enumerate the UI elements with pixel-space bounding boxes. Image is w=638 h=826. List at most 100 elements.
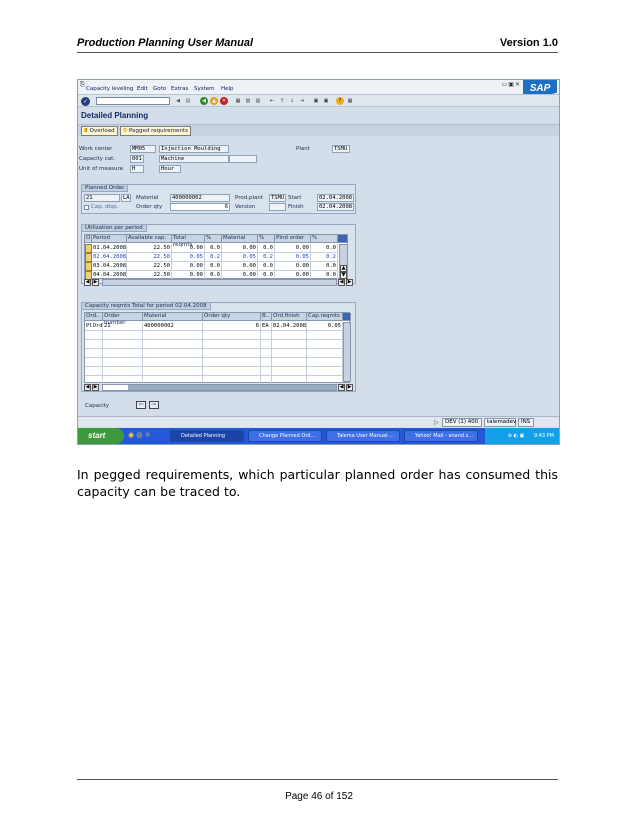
utilization-hscroll[interactable] [102, 279, 337, 286]
col-ord-finish[interactable]: Ord.finish [272, 313, 307, 321]
col-total-reqmts[interactable]: Total reqmts [172, 235, 205, 248]
command-field[interactable] [96, 97, 170, 105]
capacity-next-icon[interactable]: ⇨ [149, 401, 159, 409]
status-expand-icon[interactable]: ▷ [434, 419, 439, 426]
col-order-qty[interactable]: Order qty [203, 313, 261, 321]
planned-order-number[interactable]: 21 [84, 194, 120, 202]
col-o[interactable]: O [85, 235, 92, 243]
last-page-icon[interactable]: ⇥ [298, 97, 306, 105]
material-field[interactable]: 400000002 [170, 194, 230, 202]
menu-goto[interactable]: Goto [153, 86, 166, 92]
col-ord[interactable]: Ord.. [85, 313, 103, 321]
menu-extras[interactable]: Extras [171, 86, 188, 92]
row-selector[interactable] [85, 253, 92, 262]
table-settings-icon[interactable] [338, 235, 348, 243]
cancel-icon[interactable]: ✕ [220, 97, 228, 105]
cr-hscroll-left-icon[interactable]: ◀ [84, 384, 91, 391]
enter-icon[interactable]: ✓ [81, 97, 90, 106]
exit-icon[interactable]: ▲ [210, 97, 218, 105]
col-cr-material[interactable]: Material [143, 313, 203, 321]
menu-system[interactable]: System [194, 86, 215, 92]
version-label: Version [235, 204, 256, 210]
utilization-vscroll[interactable]: ▲ ▼ [339, 244, 348, 279]
capreq-vscroll[interactable] [343, 322, 351, 382]
back-green-icon[interactable]: ◀ [200, 97, 208, 105]
scroll-up-icon[interactable]: ▲ [340, 265, 347, 272]
task-yahoo-mail[interactable]: Yahoo! Mail - anand.s... [404, 430, 478, 442]
capreq-empty-cell [272, 349, 307, 358]
col-order-number[interactable]: Order number [103, 313, 143, 326]
quicklaunch-icon[interactable]: ◉ ◎ ☼ [128, 431, 151, 439]
pegged-requirements-button[interactable]: ⚲ Pegged requirements [120, 126, 191, 136]
col-available[interactable]: Available cap. [127, 235, 172, 243]
back-icon[interactable]: ◀ [174, 97, 182, 105]
hscroll-right2-icon[interactable]: ▶ [346, 279, 353, 286]
save-icon[interactable]: ▤ [184, 97, 192, 105]
capreq-empty-cell [85, 367, 103, 376]
menu-edit[interactable]: Edit [137, 86, 148, 92]
col-pct3[interactable]: % [311, 235, 338, 243]
capreq-settings-icon[interactable] [343, 313, 351, 321]
col-pct1[interactable]: % [205, 235, 222, 243]
uom-field[interactable]: H [130, 165, 144, 173]
task-change-planned-order[interactable]: Change Planned Ord... [248, 430, 322, 442]
row-selector[interactable] [85, 244, 92, 253]
order-qty-field[interactable]: 6 [170, 203, 230, 211]
task-detailed-planning[interactable]: Detailed Planning [170, 430, 244, 442]
cap-disp-checkbox[interactable] [84, 205, 89, 210]
shortcut-icon[interactable]: ▣ [322, 97, 330, 105]
system-menu-icon[interactable]: ⎘ [80, 81, 85, 89]
find-next-icon[interactable]: ▥ [254, 97, 262, 105]
start-button[interactable]: start [78, 428, 124, 444]
prodplant-field[interactable]: TSMU [269, 194, 286, 202]
start-label: Start [288, 195, 302, 201]
capacity-cat-label: Capacity cat. [79, 156, 116, 162]
standard-toolbar: ✓ ◀ ▤ ◀ ▲ ✕ ▦ ▥ ▥ ⇤ ↑ ↓ ⇥ ▣ ▣ ? ▦ [78, 94, 559, 107]
scroll-down-icon[interactable]: ▼ [340, 272, 347, 279]
first-page-icon[interactable]: ⇤ [268, 97, 276, 105]
col-plnd-order[interactable]: Plnd order [275, 235, 311, 243]
cr-hscroll-right2-icon[interactable]: ▶ [346, 384, 353, 391]
menu-help[interactable]: Help [221, 86, 234, 92]
find-icon[interactable]: ▥ [244, 97, 252, 105]
utilization-cell: 0.05 [222, 253, 258, 262]
capreq-empty-cell [143, 367, 203, 376]
utilization-cell: 22.50 [127, 244, 172, 253]
row-selector[interactable] [85, 262, 92, 271]
start-field[interactable]: 02.04.2008 [317, 194, 354, 202]
new-session-icon[interactable]: ▣ [312, 97, 320, 105]
layout-menu-icon[interactable]: ▦ [346, 97, 354, 105]
overload-button[interactable]: Ⅱ Overload [81, 126, 118, 136]
finish-field[interactable]: 02.04.2008 [317, 203, 354, 211]
help-icon[interactable]: ? [336, 97, 344, 105]
capreq-cell: EA [261, 322, 272, 331]
tray-icons[interactable]: ⊕ ◐ ▣ [508, 433, 524, 439]
next-page-icon[interactable]: ↓ [288, 97, 296, 105]
cr-hscroll-left2-icon[interactable]: ◀ [338, 384, 345, 391]
plant-field[interactable]: TSMU [332, 145, 350, 153]
capreq-hscroll-thumb[interactable] [128, 385, 336, 390]
col-material[interactable]: Material [222, 235, 258, 243]
print-icon[interactable]: ▦ [234, 97, 242, 105]
utilization-cell: 0.00 [222, 262, 258, 271]
menu-capacity-leveling[interactable]: Capacity leveling [86, 86, 133, 92]
hscroll-left-icon[interactable]: ◀ [84, 279, 91, 286]
capacity-prev-icon[interactable]: ⇦ [136, 401, 146, 409]
cr-hscroll-right-icon[interactable]: ▶ [92, 384, 99, 391]
col-period[interactable]: Period [92, 235, 127, 243]
hscroll-left2-icon[interactable]: ◀ [338, 279, 345, 286]
col-pct2[interactable]: % [258, 235, 275, 243]
window-controls-icon[interactable]: ▭▣✕ [502, 81, 521, 88]
task-talema-manual[interactable]: Talema User Manual-... [326, 430, 400, 442]
col-b[interactable]: B.. [261, 313, 272, 321]
capreq-empty-cell [261, 358, 272, 367]
col-cap-reqmts[interactable]: Cap.reqmts [307, 313, 343, 321]
capreq-hscroll[interactable] [102, 384, 337, 391]
version-field[interactable] [269, 203, 286, 211]
work-center-field[interactable]: MM05 [130, 145, 156, 153]
capacity-cat-field[interactable]: 001 [130, 155, 144, 163]
prev-page-icon[interactable]: ↑ [278, 97, 286, 105]
hscroll-right-icon[interactable]: ▶ [92, 279, 99, 286]
status-mode: INS [518, 418, 534, 427]
utilization-cell: 02.04.2008 [92, 253, 127, 262]
